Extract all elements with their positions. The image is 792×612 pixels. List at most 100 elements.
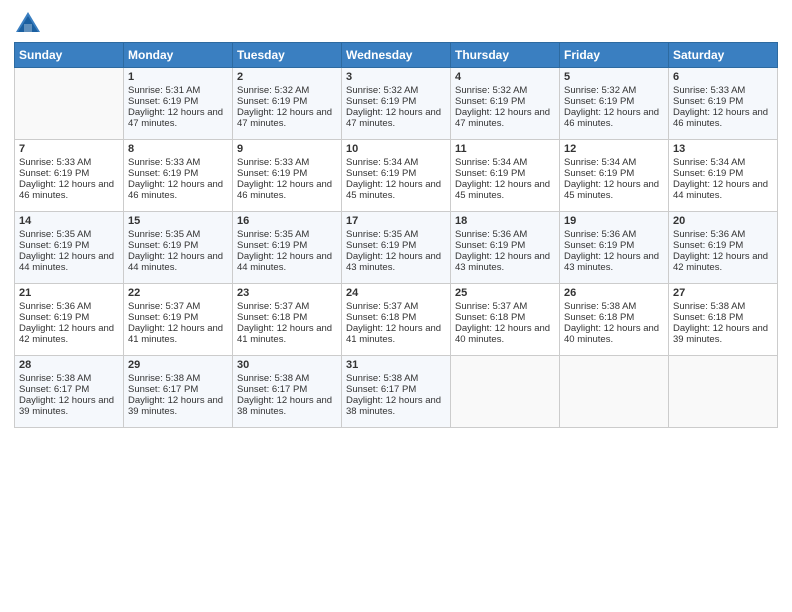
sunset-text: Sunset: 6:19 PM (237, 168, 337, 179)
calendar-cell: 1Sunrise: 5:31 AMSunset: 6:19 PMDaylight… (124, 68, 233, 140)
sunset-text: Sunset: 6:19 PM (19, 168, 119, 179)
day-number: 24 (346, 287, 446, 299)
sunrise-text: Sunrise: 5:36 AM (564, 229, 664, 240)
daylight-text: Daylight: 12 hours and 42 minutes. (19, 323, 119, 345)
sunrise-text: Sunrise: 5:35 AM (237, 229, 337, 240)
day-number: 6 (673, 71, 773, 83)
calendar-cell: 23Sunrise: 5:37 AMSunset: 6:18 PMDayligh… (233, 284, 342, 356)
sunrise-text: Sunrise: 5:33 AM (673, 85, 773, 96)
calendar-cell: 10Sunrise: 5:34 AMSunset: 6:19 PMDayligh… (342, 140, 451, 212)
calendar-cell: 17Sunrise: 5:35 AMSunset: 6:19 PMDayligh… (342, 212, 451, 284)
sunrise-text: Sunrise: 5:38 AM (346, 373, 446, 384)
sunset-text: Sunset: 6:19 PM (19, 312, 119, 323)
calendar-cell: 21Sunrise: 5:36 AMSunset: 6:19 PMDayligh… (15, 284, 124, 356)
calendar-cell: 24Sunrise: 5:37 AMSunset: 6:18 PMDayligh… (342, 284, 451, 356)
daylight-text: Daylight: 12 hours and 41 minutes. (346, 323, 446, 345)
day-number: 1 (128, 71, 228, 83)
daylight-text: Daylight: 12 hours and 46 minutes. (564, 107, 664, 129)
day-number: 19 (564, 215, 664, 227)
day-number: 31 (346, 359, 446, 371)
sunset-text: Sunset: 6:19 PM (564, 96, 664, 107)
day-number: 7 (19, 143, 119, 155)
calendar-cell: 5Sunrise: 5:32 AMSunset: 6:19 PMDaylight… (560, 68, 669, 140)
sunset-text: Sunset: 6:18 PM (237, 312, 337, 323)
day-number: 21 (19, 287, 119, 299)
daylight-text: Daylight: 12 hours and 45 minutes. (564, 179, 664, 201)
calendar-cell: 4Sunrise: 5:32 AMSunset: 6:19 PMDaylight… (451, 68, 560, 140)
calendar-cell: 25Sunrise: 5:37 AMSunset: 6:18 PMDayligh… (451, 284, 560, 356)
day-header-sunday: Sunday (15, 43, 124, 68)
day-number: 18 (455, 215, 555, 227)
day-number: 27 (673, 287, 773, 299)
day-header-friday: Friday (560, 43, 669, 68)
calendar-header-row: SundayMondayTuesdayWednesdayThursdayFrid… (15, 43, 778, 68)
calendar-cell: 26Sunrise: 5:38 AMSunset: 6:18 PMDayligh… (560, 284, 669, 356)
sunrise-text: Sunrise: 5:34 AM (564, 157, 664, 168)
calendar-cell: 7 Sunrise: 5:33 AMSunset: 6:19 PMDaylight… (15, 140, 124, 212)
sunset-text: Sunset: 6:19 PM (673, 240, 773, 251)
sunrise-text: Sunrise: 5:32 AM (346, 85, 446, 96)
daylight-text: Daylight: 12 hours and 40 minutes. (455, 323, 555, 345)
day-number: 17 (346, 215, 446, 227)
logo-icon (14, 10, 42, 38)
logo (14, 10, 46, 38)
sunset-text: Sunset: 6:19 PM (346, 96, 446, 107)
daylight-text: Daylight: 12 hours and 44 minutes. (128, 251, 228, 273)
day-number: 30 (237, 359, 337, 371)
day-header-monday: Monday (124, 43, 233, 68)
day-number: 4 (455, 71, 555, 83)
day-number: 25 (455, 287, 555, 299)
sunrise-text: Sunrise: 5:34 AM (346, 157, 446, 168)
sunrise-text: Sunrise: 5:33 AM (237, 157, 337, 168)
day-number: 22 (128, 287, 228, 299)
day-number: 13 (673, 143, 773, 155)
day-number: 28 (19, 359, 119, 371)
calendar-cell (15, 68, 124, 140)
daylight-text: Daylight: 12 hours and 45 minutes. (346, 179, 446, 201)
day-header-tuesday: Tuesday (233, 43, 342, 68)
daylight-text: Daylight: 12 hours and 46 minutes. (19, 179, 119, 201)
daylight-text: Daylight: 12 hours and 47 minutes. (237, 107, 337, 129)
day-number: 8 (128, 143, 228, 155)
sunset-text: Sunset: 6:17 PM (128, 384, 228, 395)
sunset-text: Sunset: 6:19 PM (346, 168, 446, 179)
sunrise-text: Sunrise: 5:33 AM (19, 157, 119, 168)
sunset-text: Sunset: 6:18 PM (346, 312, 446, 323)
daylight-text: Daylight: 12 hours and 39 minutes. (673, 323, 773, 345)
sunrise-text: Sunrise: 5:31 AM (128, 85, 228, 96)
calendar-cell: 29Sunrise: 5:38 AMSunset: 6:17 PMDayligh… (124, 356, 233, 428)
sunset-text: Sunset: 6:19 PM (564, 240, 664, 251)
header (14, 10, 778, 38)
day-number: 20 (673, 215, 773, 227)
daylight-text: Daylight: 12 hours and 41 minutes. (237, 323, 337, 345)
daylight-text: Daylight: 12 hours and 46 minutes. (128, 179, 228, 201)
sunset-text: Sunset: 6:19 PM (237, 240, 337, 251)
sunset-text: Sunset: 6:18 PM (673, 312, 773, 323)
sunset-text: Sunset: 6:19 PM (455, 168, 555, 179)
calendar-cell: 16Sunrise: 5:35 AMSunset: 6:19 PMDayligh… (233, 212, 342, 284)
calendar-cell: 28Sunrise: 5:38 AMSunset: 6:17 PMDayligh… (15, 356, 124, 428)
daylight-text: Daylight: 12 hours and 43 minutes. (346, 251, 446, 273)
daylight-text: Daylight: 12 hours and 47 minutes. (455, 107, 555, 129)
calendar-cell: 18Sunrise: 5:36 AMSunset: 6:19 PMDayligh… (451, 212, 560, 284)
daylight-text: Daylight: 12 hours and 38 minutes. (346, 395, 446, 417)
sunset-text: Sunset: 6:19 PM (673, 168, 773, 179)
sunset-text: Sunset: 6:19 PM (128, 240, 228, 251)
calendar-cell: 3Sunrise: 5:32 AMSunset: 6:19 PMDaylight… (342, 68, 451, 140)
sunrise-text: Sunrise: 5:32 AM (564, 85, 664, 96)
daylight-text: Daylight: 12 hours and 42 minutes. (673, 251, 773, 273)
week-row-2: 7Sunrise: 5:33 AMSunset: 6:19 PMDaylight… (15, 140, 778, 212)
calendar-cell: 30Sunrise: 5:38 AMSunset: 6:17 PMDayligh… (233, 356, 342, 428)
day-header-saturday: Saturday (669, 43, 778, 68)
daylight-text: Daylight: 12 hours and 39 minutes. (128, 395, 228, 417)
daylight-text: Daylight: 12 hours and 43 minutes. (455, 251, 555, 273)
day-number: 29 (128, 359, 228, 371)
week-row-3: 14Sunrise: 5:35 AMSunset: 6:19 PMDayligh… (15, 212, 778, 284)
day-number: 3 (346, 71, 446, 83)
sunrise-text: Sunrise: 5:34 AM (455, 157, 555, 168)
sunset-text: Sunset: 6:19 PM (19, 240, 119, 251)
sunrise-text: Sunrise: 5:36 AM (673, 229, 773, 240)
daylight-text: Daylight: 12 hours and 45 minutes. (455, 179, 555, 201)
sunrise-text: Sunrise: 5:35 AM (128, 229, 228, 240)
sunrise-text: Sunrise: 5:34 AM (673, 157, 773, 168)
